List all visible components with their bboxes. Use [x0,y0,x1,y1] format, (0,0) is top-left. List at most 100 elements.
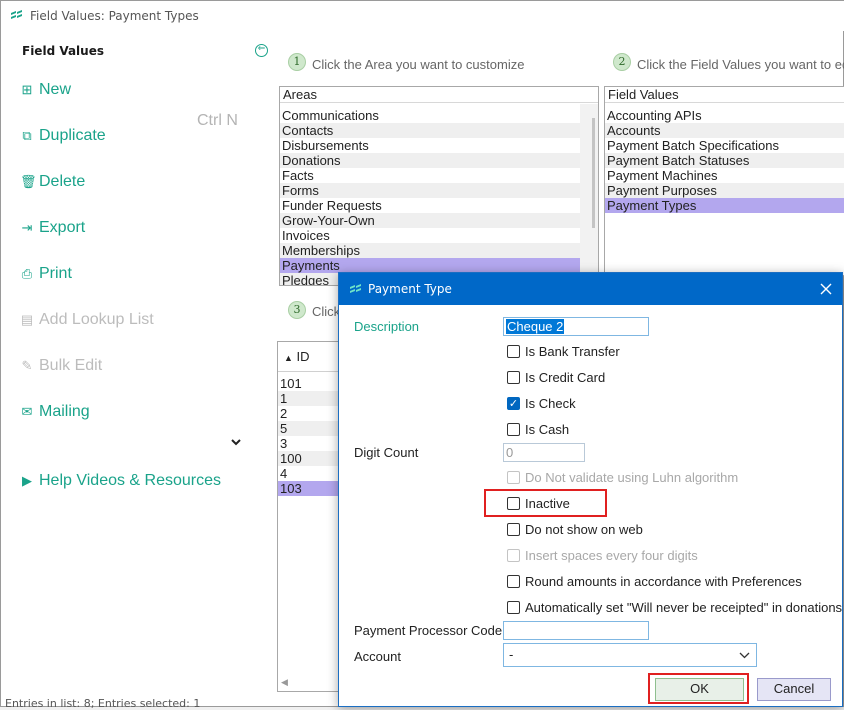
video-icon: ▶ [22,473,32,488]
area-list-item[interactable]: Donations [280,153,580,168]
checkbox-empty-icon [507,471,520,484]
step-3-text: Click [312,304,341,319]
area-list-item[interactable]: Facts [280,168,580,183]
bulk-edit-icon: ✎ [21,358,33,373]
field-values-list[interactable]: Field Values Accounting APIs Accounts Paym… [604,86,844,276]
id-column-label: ID [296,349,310,364]
scroll-left-icon[interactable]: ◀ [281,678,288,688]
new-shortcut-hint: Ctrl N [197,112,238,129]
checkbox-empty-icon[interactable] [507,523,520,536]
account-select[interactable]: - [503,643,757,667]
field-value-list-item[interactable]: Payment Purposes [605,183,844,198]
app-logo-icon [11,10,22,19]
record-row[interactable]: 100 [278,451,340,466]
sidebar-item-label: Print [39,265,72,282]
sidebar-item-export[interactable]: ⇥ Export [20,217,86,239]
area-list-item[interactable]: Invoices [280,228,580,243]
sidebar-item-bulk-edit: ✎ Bulk Edit [20,355,103,377]
field-value-list-item[interactable]: Payment Machines [605,168,844,183]
mailing-icon: ✉ [21,404,33,419]
lookup-list-icon: ▤ [20,312,34,327]
area-list-item[interactable]: Payments [280,258,580,273]
checkbox-do-not-show-on-web[interactable]: Do not show on web [507,522,643,537]
field-value-list-item[interactable]: Payment Types [605,198,844,213]
collapse-sidebar-icon[interactable]: ⇐ [255,44,268,57]
chevron-down-icon [739,644,750,674]
account-label: Account [354,649,401,664]
areas-scroll-thumb[interactable] [592,118,595,228]
checkbox-is-credit-card[interactable]: Is Credit Card [507,370,605,385]
id-column-header[interactable]: ▲ ID [278,342,340,372]
ok-button[interactable]: OK [655,678,744,701]
areas-scrollbar[interactable] [580,104,598,285]
checkbox-empty-icon[interactable] [507,371,520,384]
checkbox-insert-spaces-every-four-digits: Insert spaces every four digits [507,548,698,563]
sort-ascending-icon: ▲ [284,353,293,363]
digit-count-field[interactable]: 0 [503,443,585,462]
app-logo-icon [350,284,361,293]
sidebar-item-label: Add Lookup List [39,311,154,328]
sidebar-item-label: Delete [39,173,86,190]
payment-processor-label: Payment Processor Code [354,623,503,638]
checkbox-empty-icon[interactable] [507,575,520,588]
field-value-list-item[interactable]: Payment Batch Statuses [605,153,844,168]
checkbox-round-amounts-in-accordance-with-preferences[interactable]: Round amounts in accordance with Prefere… [507,574,802,589]
description-field[interactable]: Cheque 2 [503,317,649,336]
sidebar-item-print[interactable]: ⎙ Print [20,263,72,285]
area-list-item[interactable]: Communications [280,108,580,123]
checkbox-empty-icon[interactable] [507,423,520,436]
field-value-list-item[interactable]: Accounts [605,123,844,138]
record-row[interactable]: 103 [278,481,340,496]
record-row[interactable]: 5 [278,421,340,436]
chevron-down-icon[interactable] [231,436,241,449]
record-row[interactable]: 3 [278,436,340,451]
checkbox-empty-icon [507,549,520,562]
checkbox-checked-icon[interactable] [507,397,520,410]
dialog-title: Payment Type [368,282,452,296]
record-row[interactable]: 1 [278,391,340,406]
close-icon[interactable] [820,280,832,299]
dialog-title-bar: Payment Type [339,273,842,305]
sidebar-item-duplicate[interactable]: ⧉ Duplicate [20,125,106,147]
checkbox-label: Is Credit Card [525,370,606,385]
field-value-list-item[interactable]: Accounting APIs [605,108,844,123]
export-icon: ⇥ [21,220,33,235]
sidebar-item-mailing[interactable]: ✉ Mailing [20,401,90,423]
checkbox-label: Do Not validate using Luhn algorithm [525,470,739,485]
field-value-list-item[interactable]: Payment Batch Specifications [605,138,844,153]
sidebar-item-label: Bulk Edit [39,357,103,374]
sidebar-item-label: Mailing [39,403,90,420]
sidebar-item-label: Duplicate [39,127,106,144]
record-row[interactable]: 2 [278,406,340,421]
checkbox-empty-icon[interactable] [507,601,520,614]
sidebar-item-delete[interactable]: 🗑 Delete [20,171,85,193]
area-list-item[interactable]: Memberships [280,243,580,258]
sidebar-title: Field Values [22,44,104,58]
step-1-badge: 1 [288,53,306,71]
checkbox-is-bank-transfer[interactable]: Is Bank Transfer [507,344,620,359]
area-list-item[interactable]: Contacts [280,123,580,138]
cancel-button[interactable]: Cancel [757,678,831,701]
sidebar-item-help-videos-and-resources[interactable]: ▶ Help Videos & Resources [20,470,221,492]
area-list-item[interactable]: Funder Requests [280,198,580,213]
sidebar-item-label: Help Videos & Resources [39,472,222,489]
sidebar-item-new[interactable]: ⊞ New [20,79,71,101]
step-2-text: Click the Field Values you want to edit [637,57,844,72]
record-row[interactable]: 4 [278,466,340,481]
area-list-item[interactable]: Grow-Your-Own [280,213,580,228]
checkbox-is-check[interactable]: Is Check [507,396,576,411]
records-list[interactable]: ▲ ID 101 1 2 5 3 100 4 103 ◀ [277,341,341,692]
area-list-item[interactable]: Forms [280,183,580,198]
description-label: Description [354,319,420,334]
window-title: Field Values: Payment Types [30,9,199,23]
checkbox-is-cash[interactable]: Is Cash [507,422,569,437]
record-row[interactable]: 101 [278,376,340,391]
sidebar: Field Values ⇐ ⊞ New ⧉ Duplicate 🗑 Delete ⇥ Exp… [2,31,273,695]
checkbox-empty-icon[interactable] [507,345,520,358]
payment-processor-field[interactable] [503,621,649,640]
areas-list[interactable]: Areas Communications Contacts Disbursement… [279,86,599,286]
checkbox-do-not-validate-using-luhn-algorithm: Do Not validate using Luhn algorithm [507,470,738,485]
account-value: - [509,647,514,662]
checkbox-automatically-set-will-never-be-receipted-in-donations[interactable]: Automatically set "Will never be receipt… [507,600,842,615]
area-list-item[interactable]: Disbursements [280,138,580,153]
